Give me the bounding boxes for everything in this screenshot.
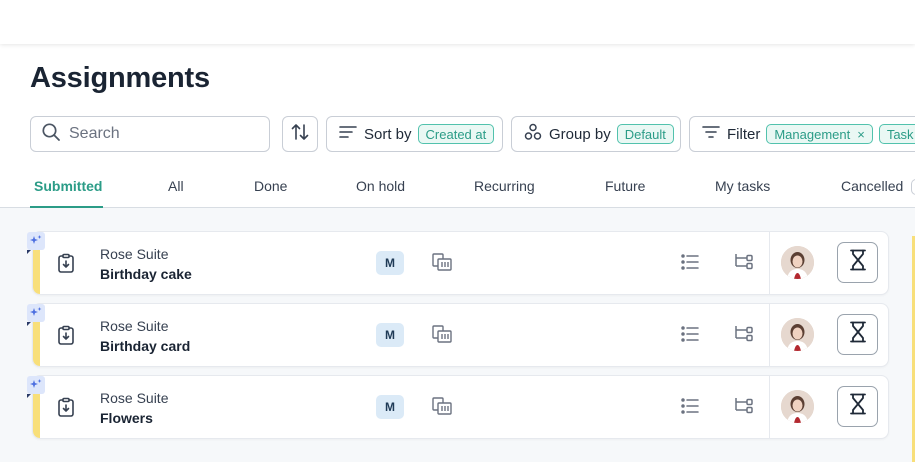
list-item[interactable]: Rose Suite Birthday card M — [32, 303, 889, 367]
sort-arrows-icon — [290, 122, 310, 147]
filter-pill-task[interactable]: Task — [878, 124, 915, 144]
filter-pill-label: Task — [886, 126, 914, 142]
list-item[interactable]: Rose Suite Flowers M — [32, 375, 889, 439]
tab-cancelled[interactable]: Cancelled — [841, 168, 915, 207]
toolbar: Sort by Created at Group by Default Filt… — [0, 116, 915, 152]
sort-by-value: Created at — [417, 124, 495, 144]
pending-status-button[interactable] — [837, 314, 878, 355]
assignments-list: Rose Suite Birthday cake M Rose Suite Bi… — [0, 208, 915, 462]
page-title: Assignments — [30, 62, 210, 94]
subtasks-icon[interactable] — [734, 397, 754, 420]
assignment-location: Rose Suite — [100, 246, 169, 262]
pending-status-button[interactable] — [837, 386, 878, 427]
sort-by-button[interactable]: Sort by Created at — [326, 116, 503, 152]
clipboard-icon — [57, 397, 75, 422]
ai-sparkle-icon — [27, 376, 45, 398]
group-by-value: Default — [616, 124, 674, 144]
assignee-avatar[interactable] — [781, 390, 814, 423]
top-app-bar — [0, 0, 915, 44]
filter-label: Filter — [727, 125, 761, 143]
assignment-name: Birthday card — [100, 338, 191, 354]
search-box[interactable] — [30, 116, 270, 152]
assignee-initial-badge: M — [376, 395, 404, 419]
tab-done[interactable]: Done — [254, 168, 287, 207]
assignee-initial-badge: M — [376, 251, 404, 275]
pending-status-button[interactable] — [837, 242, 878, 283]
hourglass-icon — [849, 393, 867, 420]
ai-sparkle-icon — [27, 232, 45, 254]
checklist-icon[interactable] — [681, 254, 699, 275]
row-divider — [769, 232, 770, 294]
search-icon — [41, 122, 61, 147]
group-circles-icon — [524, 123, 542, 145]
subtasks-icon[interactable] — [734, 253, 754, 276]
remove-filter-icon[interactable]: × — [857, 127, 865, 142]
ai-sparkle-icon — [27, 304, 45, 326]
tab-on-hold[interactable]: On hold — [356, 168, 405, 207]
assignment-name: Flowers — [100, 410, 153, 426]
group-by-button[interactable]: Group by Default — [511, 116, 681, 152]
tab-count-badge — [911, 179, 915, 195]
hourglass-icon — [849, 249, 867, 276]
assignee-avatar[interactable] — [781, 246, 814, 279]
sort-direction-button[interactable] — [282, 116, 318, 152]
assignment-location: Rose Suite — [100, 390, 169, 406]
assignment-name: Birthday cake — [100, 266, 192, 282]
clipboard-icon — [57, 325, 75, 350]
building-icon[interactable] — [432, 253, 452, 276]
building-icon[interactable] — [432, 397, 452, 420]
assignee-avatar[interactable] — [781, 318, 814, 351]
tab-submitted[interactable]: Submitted — [30, 168, 103, 208]
tab-recurring[interactable]: Recurring — [474, 168, 535, 207]
assignment-location: Rose Suite — [100, 318, 169, 334]
tab-all[interactable]: All — [168, 168, 184, 207]
tab-my-tasks[interactable]: My tasks — [715, 168, 770, 207]
hourglass-icon — [849, 321, 867, 348]
sort-by-label: Sort by — [364, 125, 412, 143]
subtasks-icon[interactable] — [734, 325, 754, 348]
assignee-initial-badge: M — [376, 323, 404, 347]
tab-future[interactable]: Future — [605, 168, 645, 207]
filter-icon — [702, 125, 720, 143]
filter-button[interactable]: Filter Management × Task — [689, 116, 915, 152]
checklist-icon[interactable] — [681, 326, 699, 347]
clipboard-icon — [57, 253, 75, 278]
sort-lines-icon — [339, 125, 357, 143]
group-by-label: Group by — [549, 125, 611, 143]
status-tabs: Submitted All Done On hold Recurring Fut… — [0, 168, 915, 208]
row-divider — [769, 376, 770, 438]
building-icon[interactable] — [432, 325, 452, 348]
filter-pill-management[interactable]: Management × — [766, 124, 873, 144]
list-item[interactable]: Rose Suite Birthday cake M — [32, 231, 889, 295]
filter-pill-label: Management — [774, 126, 851, 142]
row-divider — [769, 304, 770, 366]
checklist-icon[interactable] — [681, 398, 699, 419]
search-input[interactable] — [69, 125, 249, 143]
